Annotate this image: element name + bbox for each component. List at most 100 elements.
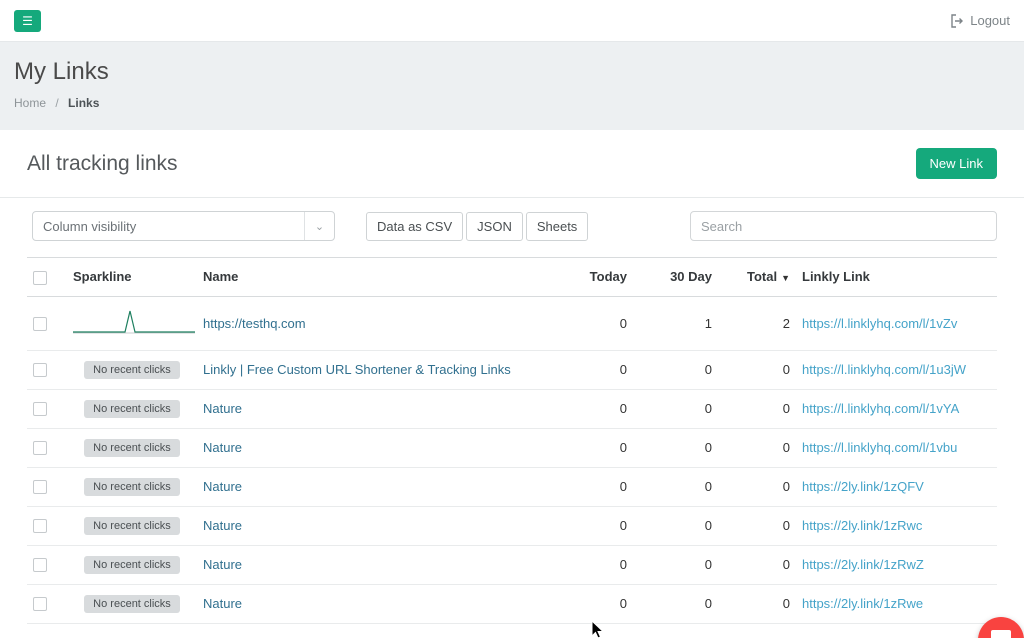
row-checkbox[interactable] — [33, 317, 47, 331]
30day-count: 0 — [633, 467, 718, 506]
logout-icon — [950, 14, 964, 28]
export-sheets-button[interactable]: Sheets — [526, 212, 588, 241]
link-name[interactable]: Linkly | Free Custom URL Shortener & Tra… — [203, 362, 511, 377]
no-recent-clicks-badge: No recent clicks — [84, 517, 180, 535]
link-name[interactable]: Nature — [203, 596, 242, 611]
row-checkbox[interactable] — [33, 402, 47, 416]
breadcrumb-current: Links — [68, 96, 99, 110]
total-count: 2 — [718, 296, 796, 350]
col-header-sparkline[interactable]: Sparkline — [67, 258, 197, 297]
row-checkbox[interactable] — [33, 519, 47, 533]
card-title: All tracking links — [27, 152, 178, 176]
links-table-wrap: Sparkline Name Today 30 Day Total ▼ Linkl… — [0, 257, 1024, 624]
col-header-total-label: Total — [747, 269, 777, 284]
30day-count: 0 — [633, 350, 718, 389]
today-count: 0 — [553, 467, 633, 506]
total-count: 0 — [718, 506, 796, 545]
column-visibility-select[interactable]: Column visibility ⌄ — [32, 211, 335, 241]
linkly-link[interactable]: https://2ly.link/1zRwe — [802, 596, 923, 611]
no-recent-clicks-badge: No recent clicks — [84, 361, 180, 379]
col-header-name[interactable]: Name — [197, 258, 553, 297]
table-row: No recent clicks Nature 0 0 0 https://2l… — [27, 506, 997, 545]
today-count: 0 — [553, 584, 633, 623]
row-checkbox[interactable] — [33, 480, 47, 494]
breadcrumb-separator: / — [55, 96, 58, 110]
table-row: No recent clicks Linkly | Free Custom UR… — [27, 350, 997, 389]
column-visibility-label: Column visibility — [33, 219, 136, 234]
sort-desc-icon: ▼ — [781, 273, 790, 283]
row-checkbox[interactable] — [33, 597, 47, 611]
row-checkbox[interactable] — [33, 441, 47, 455]
link-name[interactable]: Nature — [203, 401, 242, 416]
today-count: 0 — [553, 296, 633, 350]
total-count: 0 — [718, 584, 796, 623]
30day-count: 1 — [633, 296, 718, 350]
hamburger-icon: ☰ — [22, 10, 33, 32]
today-count: 0 — [553, 506, 633, 545]
link-name[interactable]: Nature — [203, 557, 242, 572]
chevron-down-icon: ⌄ — [304, 212, 334, 240]
table-row: https://testhq.com 0 1 2 https://l.linkl… — [27, 296, 997, 350]
total-count: 0 — [718, 545, 796, 584]
linkly-link[interactable]: https://2ly.link/1zRwc — [802, 518, 922, 533]
total-count: 0 — [718, 467, 796, 506]
today-count: 0 — [553, 389, 633, 428]
30day-count: 0 — [633, 545, 718, 584]
no-recent-clicks-badge: No recent clicks — [84, 400, 180, 418]
export-csv-button[interactable]: Data as CSV — [366, 212, 463, 241]
card-header: All tracking links New Link — [0, 130, 1024, 198]
link-name[interactable]: Nature — [203, 479, 242, 494]
total-count: 0 — [718, 389, 796, 428]
total-count: 0 — [718, 350, 796, 389]
logout-button[interactable]: Logout — [950, 13, 1010, 28]
table-row: No recent clicks Nature 0 0 0 https://2l… — [27, 467, 997, 506]
row-checkbox[interactable] — [33, 558, 47, 572]
30day-count: 0 — [633, 506, 718, 545]
today-count: 0 — [553, 350, 633, 389]
tracking-links-card: All tracking links New Link Column visib… — [0, 130, 1024, 638]
col-header-30day[interactable]: 30 Day — [633, 258, 718, 297]
no-recent-clicks-badge: No recent clicks — [84, 439, 180, 457]
no-recent-clicks-badge: No recent clicks — [84, 478, 180, 496]
select-all-checkbox[interactable] — [33, 271, 47, 285]
page-header: My Links Home / Links — [0, 42, 1024, 130]
logout-label: Logout — [970, 13, 1010, 28]
links-table: Sparkline Name Today 30 Day Total ▼ Linkl… — [27, 257, 997, 624]
search-input[interactable] — [690, 211, 997, 241]
export-button-group: Data as CSV JSON Sheets — [366, 212, 588, 241]
total-count: 0 — [718, 428, 796, 467]
30day-count: 0 — [633, 428, 718, 467]
breadcrumb: Home / Links — [14, 96, 1010, 110]
chat-icon — [990, 627, 1012, 638]
linkly-link[interactable]: https://l.linklyhq.com/l/1vZv — [802, 316, 957, 331]
linkly-link[interactable]: https://2ly.link/1zRwZ — [802, 557, 924, 572]
linkly-link[interactable]: https://l.linklyhq.com/l/1u3jW — [802, 362, 966, 377]
linkly-link[interactable]: https://l.linklyhq.com/l/1vbu — [802, 440, 957, 455]
link-name[interactable]: Nature — [203, 440, 242, 455]
no-recent-clicks-badge: No recent clicks — [84, 556, 180, 574]
col-header-total[interactable]: Total ▼ — [718, 258, 796, 297]
pagination: 1-8 of 8 |< < > >| — [0, 624, 1024, 638]
menu-button[interactable]: ☰ — [14, 10, 41, 32]
linkly-link[interactable]: https://l.linklyhq.com/l/1vYA — [802, 401, 959, 416]
col-header-today[interactable]: Today — [553, 258, 633, 297]
link-name[interactable]: https://testhq.com — [203, 316, 306, 331]
linkly-link[interactable]: https://2ly.link/1zQFV — [802, 479, 924, 494]
30day-count: 0 — [633, 389, 718, 428]
col-header-linkly-link[interactable]: Linkly Link — [796, 258, 997, 297]
page-title: My Links — [14, 58, 1010, 86]
table-row: No recent clicks Nature 0 0 0 https://l.… — [27, 389, 997, 428]
breadcrumb-home-link[interactable]: Home — [14, 96, 46, 110]
row-checkbox[interactable] — [33, 363, 47, 377]
search-wrap — [690, 211, 997, 241]
table-controls: Column visibility ⌄ Data as CSV JSON She… — [0, 198, 1024, 257]
export-json-button[interactable]: JSON — [466, 212, 523, 241]
link-name[interactable]: Nature — [203, 518, 242, 533]
sparkline-chart — [73, 307, 195, 337]
table-row: No recent clicks Nature 0 0 0 https://l.… — [27, 428, 997, 467]
today-count: 0 — [553, 545, 633, 584]
no-recent-clicks-badge: No recent clicks — [84, 595, 180, 613]
new-link-button[interactable]: New Link — [916, 148, 997, 179]
today-count: 0 — [553, 428, 633, 467]
sparkline-cell — [67, 296, 197, 350]
